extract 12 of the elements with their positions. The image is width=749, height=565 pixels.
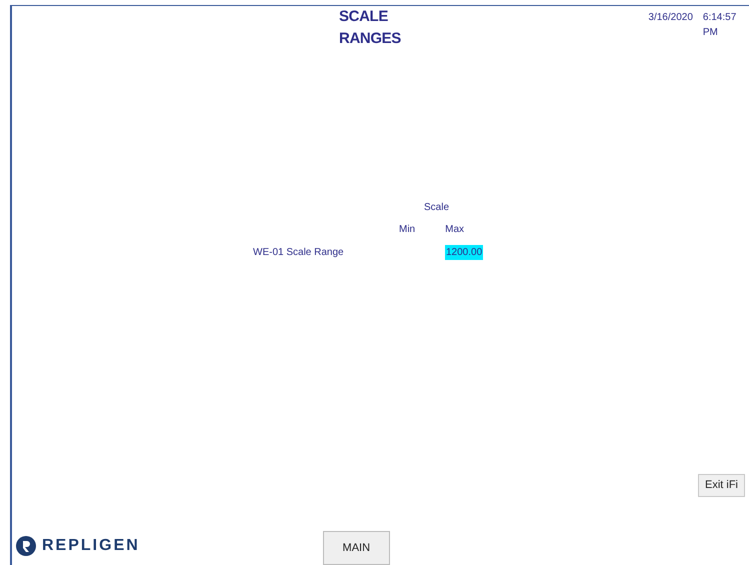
logo-wordmark: REPLIGEN <box>42 536 140 556</box>
row-label: WE-01 Scale Range <box>253 246 345 260</box>
max-value-field[interactable]: 1200.00 <box>445 245 484 260</box>
column-group-heading: Scale <box>424 201 450 215</box>
exit-button[interactable]: Exit iFi <box>698 474 745 497</box>
main-button[interactable]: MAIN <box>322 531 390 565</box>
column-heading: Max <box>445 223 464 237</box>
screen-title: SCALE RANGES <box>339 7 402 49</box>
logo-icon <box>16 536 36 556</box>
date-text: 3/16/2020 <box>648 11 693 25</box>
column-heading: Min <box>399 223 416 237</box>
time-text: 6:14:57 PM <box>702 11 738 40</box>
